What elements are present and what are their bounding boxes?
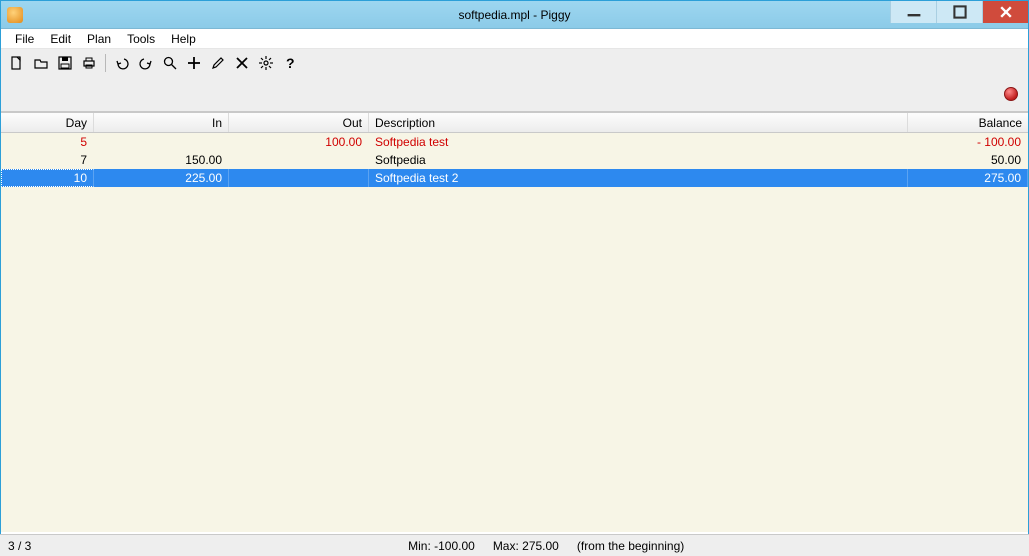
status-bar: 3 / 3 Min: -100.00 Max: 275.00 (from the…: [0, 534, 1029, 556]
cell-balance: 50.00: [908, 151, 1028, 169]
minimize-button[interactable]: [890, 1, 936, 23]
toolbar: ?: [1, 49, 1028, 77]
table-row[interactable]: 5 100.00Softpedia test- 100.00: [1, 133, 1028, 151]
new-icon[interactable]: [7, 53, 27, 73]
menu-help[interactable]: Help: [163, 30, 204, 48]
status-count: 3 / 3: [8, 539, 31, 553]
cell-day: 10: [1, 169, 94, 187]
open-icon[interactable]: [31, 53, 51, 73]
cell-description: Softpedia: [369, 151, 908, 169]
edit-icon[interactable]: [208, 53, 228, 73]
table-row[interactable]: 10225.00 Softpedia test 2275.00: [1, 169, 1028, 187]
add-icon[interactable]: [184, 53, 204, 73]
cell-out: [229, 169, 369, 187]
menu-tools[interactable]: Tools: [119, 30, 163, 48]
delete-icon[interactable]: [232, 53, 252, 73]
help-icon[interactable]: ?: [280, 53, 300, 73]
toolbar-separator: [105, 54, 106, 72]
settings-icon[interactable]: [256, 53, 276, 73]
svg-text:?: ?: [286, 55, 295, 71]
menu-edit[interactable]: Edit: [42, 30, 79, 48]
redo-icon[interactable]: [136, 53, 156, 73]
app-icon: [7, 7, 23, 23]
maximize-button[interactable]: [936, 1, 982, 23]
cell-description: Softpedia test 2: [369, 169, 908, 187]
table-body: 5 100.00Softpedia test- 100.00 7150.00 Soft…: [1, 133, 1028, 187]
column-in[interactable]: In: [94, 113, 229, 132]
cell-balance: 275.00: [908, 169, 1028, 187]
window-title: softpedia.mpl - Piggy: [1, 8, 1028, 22]
cell-in: 225.00: [94, 169, 229, 187]
menu-plan[interactable]: Plan: [79, 30, 119, 48]
cell-out: 100.00: [229, 133, 369, 151]
search-icon[interactable]: [160, 53, 180, 73]
indicator-row: [1, 77, 1028, 111]
status-max: Max: 275.00: [493, 539, 559, 553]
table-header: Day In Out Description Balance: [1, 113, 1028, 133]
record-indicator-icon[interactable]: [1004, 87, 1018, 101]
table: Day In Out Description Balance 5 100.00So…: [1, 112, 1028, 532]
save-icon[interactable]: [55, 53, 75, 73]
cell-description: Softpedia test: [369, 133, 908, 151]
cell-in: 150.00: [94, 151, 229, 169]
undo-icon[interactable]: [112, 53, 132, 73]
window-controls: [890, 1, 1028, 23]
cell-in: [94, 133, 229, 151]
status-center: Min: -100.00 Max: 275.00 (from the begin…: [71, 539, 1021, 553]
cell-day: 7: [1, 151, 94, 169]
status-min: Min: -100.00: [408, 539, 475, 553]
column-description[interactable]: Description: [369, 113, 908, 132]
cell-day: 5: [1, 133, 94, 151]
titlebar: softpedia.mpl - Piggy: [1, 1, 1028, 29]
status-note: (from the beginning): [577, 539, 684, 553]
cell-balance: - 100.00: [908, 133, 1028, 151]
column-out[interactable]: Out: [229, 113, 369, 132]
print-icon[interactable]: [79, 53, 99, 73]
table-row[interactable]: 7150.00 Softpedia50.00: [1, 151, 1028, 169]
column-balance[interactable]: Balance: [908, 113, 1028, 132]
column-day[interactable]: Day: [1, 113, 94, 132]
menu-file[interactable]: File: [7, 30, 42, 48]
toolbar-area: ?: [1, 49, 1028, 112]
close-button[interactable]: [982, 1, 1028, 23]
menubar: File Edit Plan Tools Help: [1, 29, 1028, 49]
cell-out: [229, 151, 369, 169]
